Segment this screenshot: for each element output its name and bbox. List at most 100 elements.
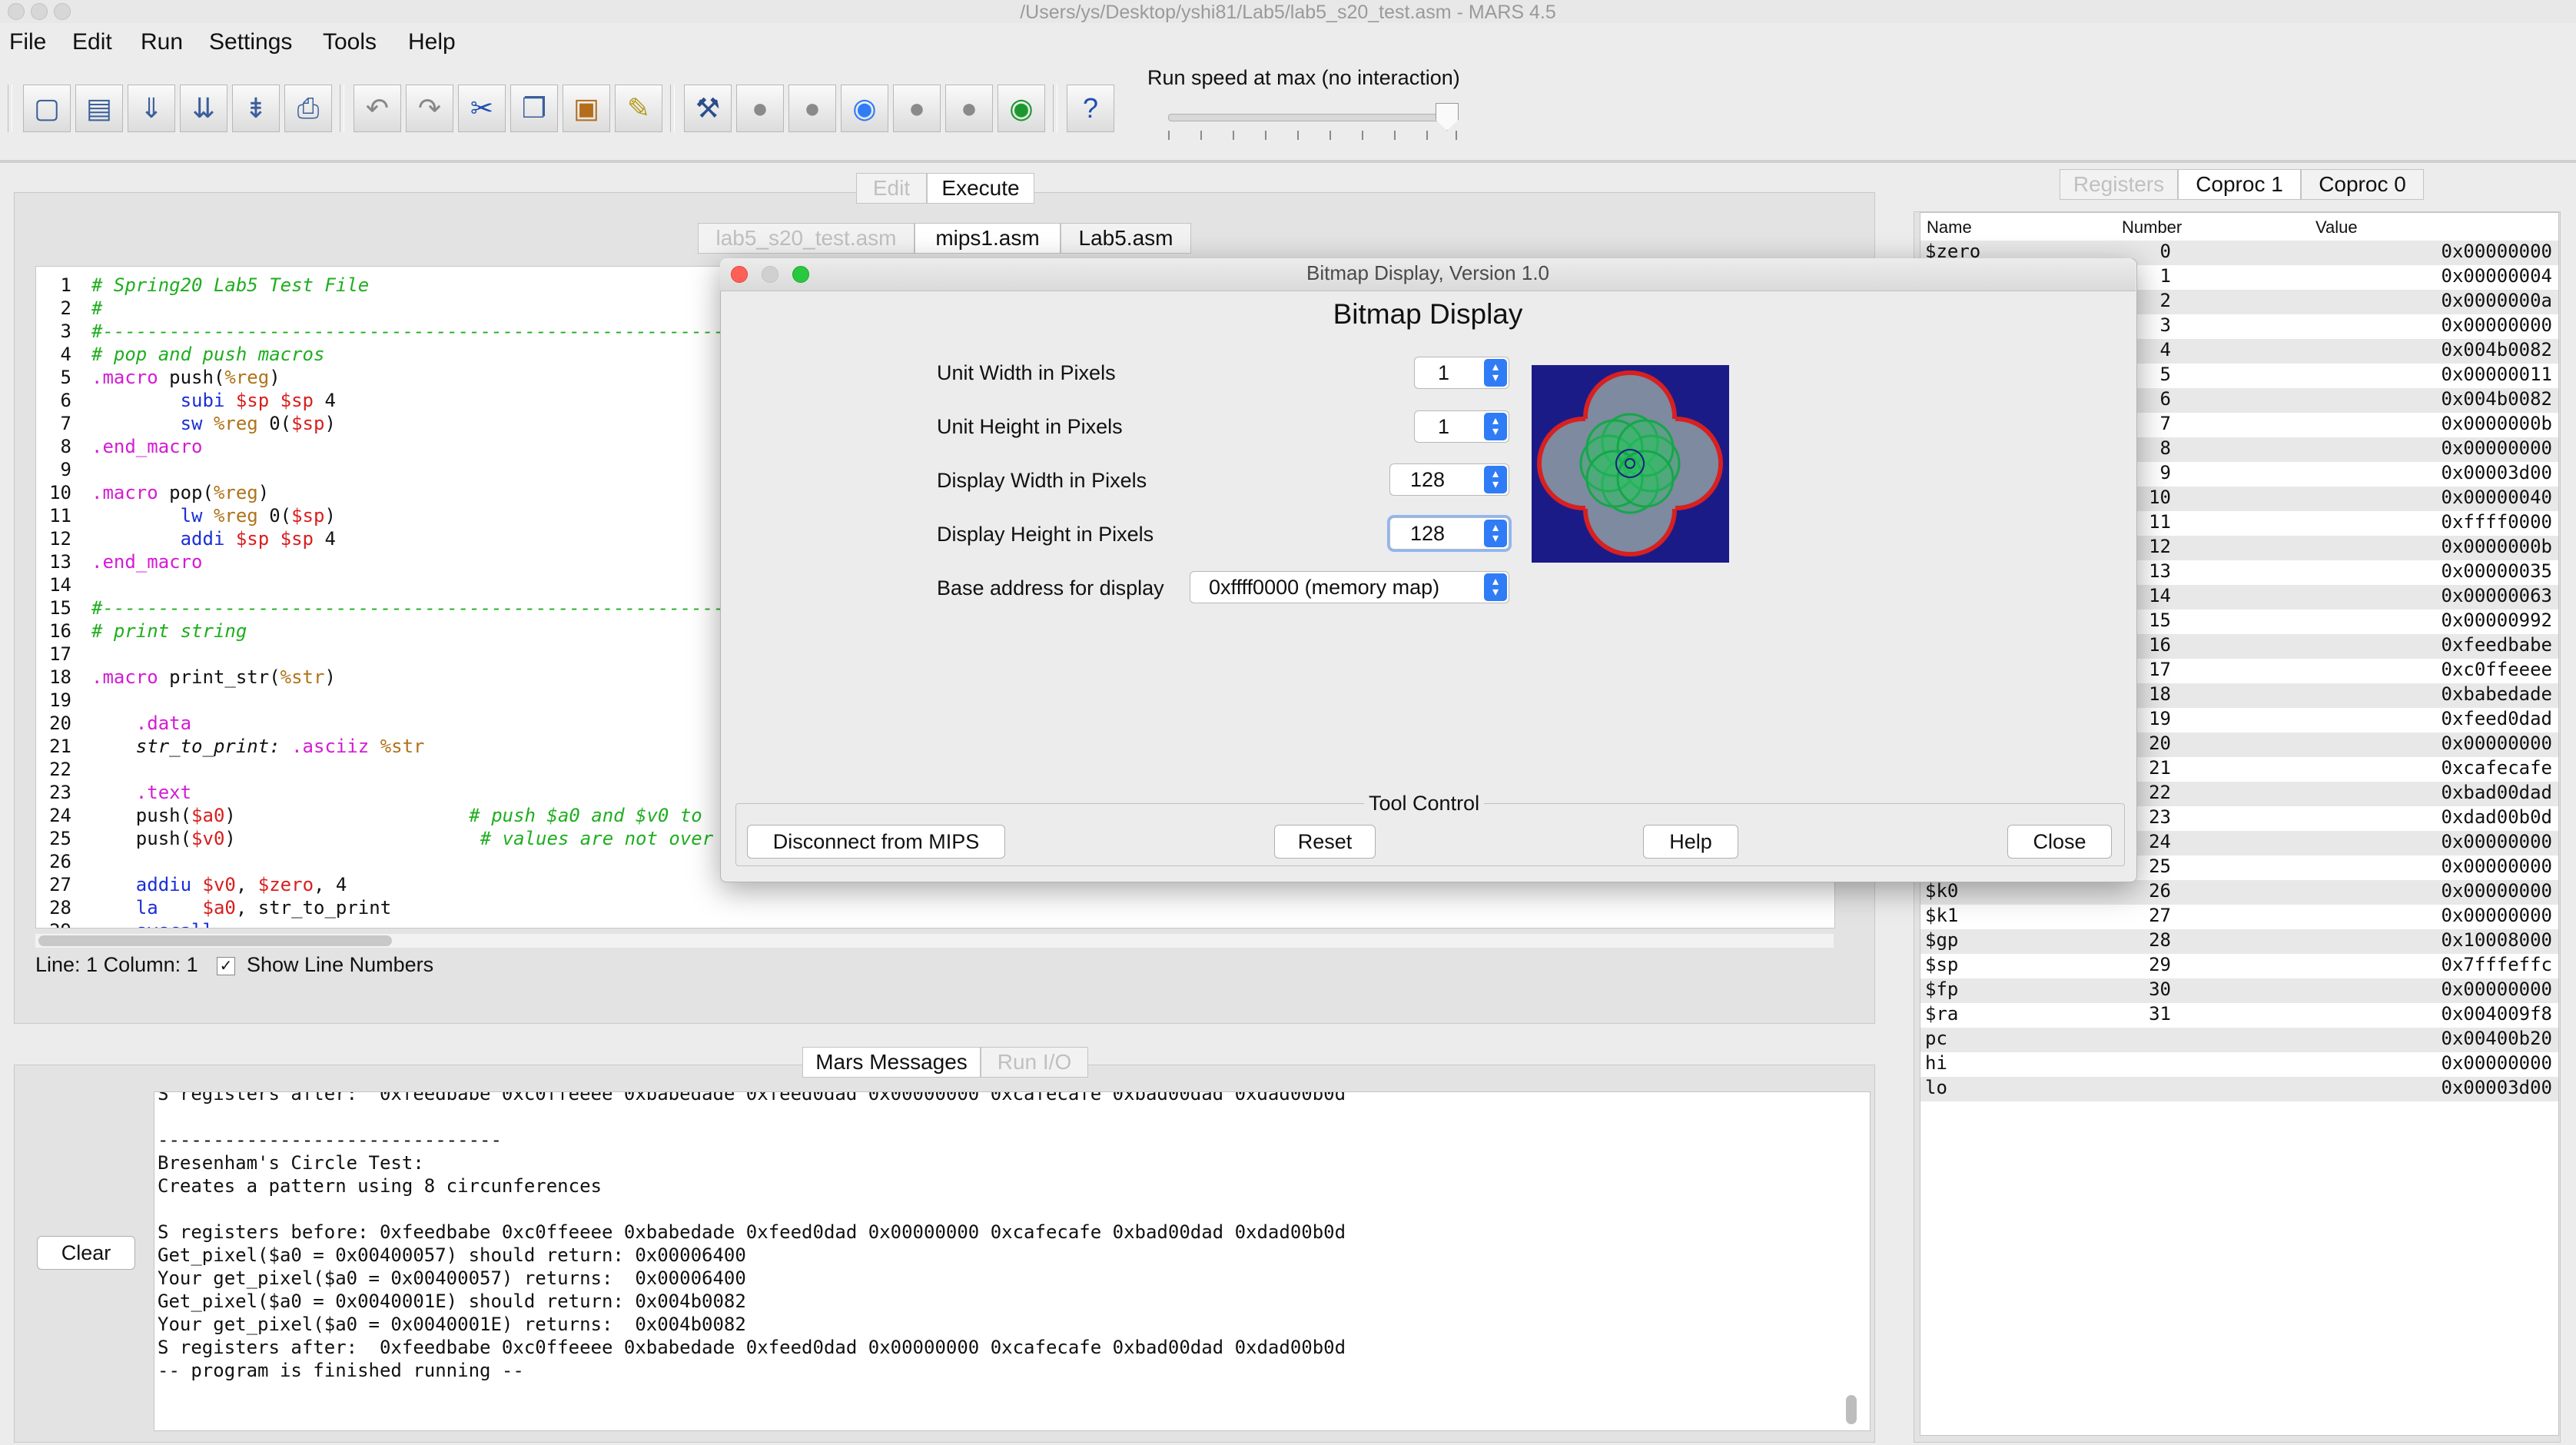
register-name: $gp <box>1925 929 1959 951</box>
code-token: $a0 <box>191 805 225 826</box>
tab-registers[interactable]: Registers <box>2060 169 2178 200</box>
code-token: push( <box>91 828 192 849</box>
menu-tools[interactable]: Tools <box>323 29 377 55</box>
register-name: lo <box>1925 1077 1947 1098</box>
register-value[interactable]: 0x00000000 <box>2442 437 2553 459</box>
register-value[interactable]: 0xbad00dad <box>2442 782 2553 803</box>
menu-edit[interactable]: Edit <box>72 29 112 55</box>
column-number-header[interactable]: Number <box>2122 218 2182 238</box>
register-value[interactable]: 0xfeedbabe <box>2442 634 2553 656</box>
register-value[interactable]: 0x004b0082 <box>2442 339 2553 360</box>
print-icon[interactable]: ⎙ <box>284 85 332 132</box>
save-as-icon[interactable]: ⇊ <box>180 85 227 132</box>
menu-run[interactable]: Run <box>141 29 183 55</box>
display-height-select[interactable]: 128 ▴ ▾ <box>1389 517 1509 550</box>
register-value[interactable]: 0x00000000 <box>2442 1052 2553 1074</box>
base-address-select[interactable]: 0xffff0000 (memory map) ▴ ▾ <box>1190 571 1509 603</box>
register-value[interactable]: 0x0000000a <box>2442 290 2553 311</box>
new-file-icon[interactable]: ▢ <box>23 85 71 132</box>
reset-button[interactable]: Reset <box>1274 825 1376 859</box>
register-number: 14 <box>2149 585 2171 606</box>
messages-scroll-thumb[interactable] <box>1846 1395 1857 1424</box>
register-value[interactable]: 0x00000000 <box>2442 880 2553 902</box>
pause-icon[interactable]: ● <box>893 85 941 132</box>
register-value[interactable]: 0x004b0082 <box>2442 388 2553 410</box>
register-value[interactable]: 0x00000992 <box>2442 610 2553 631</box>
register-value[interactable]: 0xffff0000 <box>2442 511 2553 533</box>
close-button[interactable]: Close <box>2007 825 2112 859</box>
register-row: lo 0x00003d00 <box>1920 1077 2558 1101</box>
cut-icon[interactable]: ✂ <box>458 85 506 132</box>
tab-run-io[interactable]: Run I/O <box>981 1047 1088 1078</box>
register-value[interactable]: 0x00000000 <box>2442 732 2553 754</box>
redo-icon[interactable]: ↷ <box>406 85 453 132</box>
editor-hscroll-thumb[interactable] <box>38 935 392 946</box>
tab-edit[interactable]: Edit <box>856 173 927 204</box>
register-value[interactable]: 0x00000040 <box>2442 487 2553 508</box>
clear-button[interactable]: Clear <box>37 1236 135 1270</box>
help-icon[interactable]: ? <box>1067 85 1114 132</box>
code-token: sw <box>180 413 203 434</box>
menu-file[interactable]: File <box>9 29 46 55</box>
backstep-icon[interactable]: ◉ <box>841 85 888 132</box>
register-number: 22 <box>2149 782 2171 803</box>
register-value[interactable]: 0x00000063 <box>2442 585 2553 606</box>
column-name-header[interactable]: Name <box>1927 218 1972 238</box>
run-speed-slider-thumb[interactable] <box>1436 103 1459 131</box>
help-button[interactable]: Help <box>1643 825 1738 859</box>
register-value[interactable]: 0xfeed0dad <box>2442 708 2553 729</box>
register-number: 25 <box>2149 855 2171 877</box>
paste-icon[interactable]: ▣ <box>563 85 610 132</box>
register-value[interactable]: 0x0000000b <box>2442 413 2553 434</box>
register-value[interactable]: 0xc0ffeeee <box>2442 659 2553 680</box>
file-tab-lab5-s20-test[interactable]: lab5_s20_test.asm <box>698 223 915 254</box>
register-value[interactable]: 0x00003d00 <box>2442 1077 2553 1098</box>
save-icon[interactable]: ⇓ <box>128 85 175 132</box>
register-value[interactable]: 0x00000000 <box>2442 314 2553 336</box>
tab-coproc0[interactable]: Coproc 0 <box>2301 169 2424 200</box>
display-width-label: Display Width in Pixels <box>937 469 1147 492</box>
assemble-icon[interactable]: ⚒ <box>684 85 732 132</box>
step-icon[interactable]: ● <box>788 85 836 132</box>
register-value[interactable]: 0x0000000b <box>2442 536 2553 557</box>
register-value[interactable]: 0x004009f8 <box>2442 1003 2553 1025</box>
register-value[interactable]: 0x00000000 <box>2442 978 2553 1000</box>
open-file-icon[interactable]: ▤ <box>75 85 123 132</box>
menu-settings[interactable]: Settings <box>209 29 292 55</box>
run-speed-slider[interactable] <box>1168 114 1459 121</box>
tab-coproc1[interactable]: Coproc 1 <box>2178 169 2301 200</box>
register-value[interactable]: 0x00000000 <box>2442 831 2553 852</box>
register-value[interactable]: 0x00400b20 <box>2442 1028 2553 1049</box>
register-value[interactable]: 0xdad00b0d <box>2442 806 2553 828</box>
display-width-select[interactable]: 128 ▴ ▾ <box>1389 463 1509 496</box>
register-value[interactable]: 0x00000035 <box>2442 560 2553 582</box>
run-icon[interactable]: ● <box>736 85 784 132</box>
register-value[interactable]: 0x00000011 <box>2442 364 2553 385</box>
unit-width-select[interactable]: 1 ▴ ▾ <box>1414 357 1509 389</box>
file-tab-lab5[interactable]: Lab5.asm <box>1061 223 1191 254</box>
copy-icon[interactable]: ❐ <box>510 85 558 132</box>
stop-icon[interactable]: ● <box>945 85 993 132</box>
menu-help[interactable]: Help <box>408 29 456 55</box>
undo-icon[interactable]: ↶ <box>354 85 401 132</box>
dump-memory-icon[interactable]: ⇟ <box>232 85 280 132</box>
register-value[interactable]: 0x00000000 <box>2442 241 2553 262</box>
reset-icon[interactable]: ◉ <box>998 85 1045 132</box>
register-value[interactable]: 0x00000000 <box>2442 905 2553 926</box>
register-value[interactable]: 0x00003d00 <box>2442 462 2553 483</box>
register-value[interactable]: 0x7fffeffc <box>2442 954 2553 975</box>
tab-execute[interactable]: Execute <box>927 173 1034 204</box>
disconnect-button[interactable]: Disconnect from MIPS <box>747 825 1005 859</box>
find-replace-icon[interactable]: ✎ <box>615 85 662 132</box>
column-value-header[interactable]: Value <box>2315 218 2358 238</box>
tab-mars-messages[interactable]: Mars Messages <box>802 1047 981 1078</box>
register-value[interactable]: 0x00000000 <box>2442 855 2553 877</box>
show-line-numbers-checkbox[interactable]: ✓ <box>217 957 235 975</box>
register-value[interactable]: 0xbabedade <box>2442 683 2553 705</box>
file-tab-mips1[interactable]: mips1.asm <box>915 223 1061 254</box>
register-value[interactable]: 0xcafecafe <box>2442 757 2553 779</box>
register-value[interactable]: 0x10008000 <box>2442 929 2553 951</box>
register-value[interactable]: 0x00000004 <box>2442 265 2553 287</box>
unit-height-select[interactable]: 1 ▴ ▾ <box>1414 410 1509 443</box>
